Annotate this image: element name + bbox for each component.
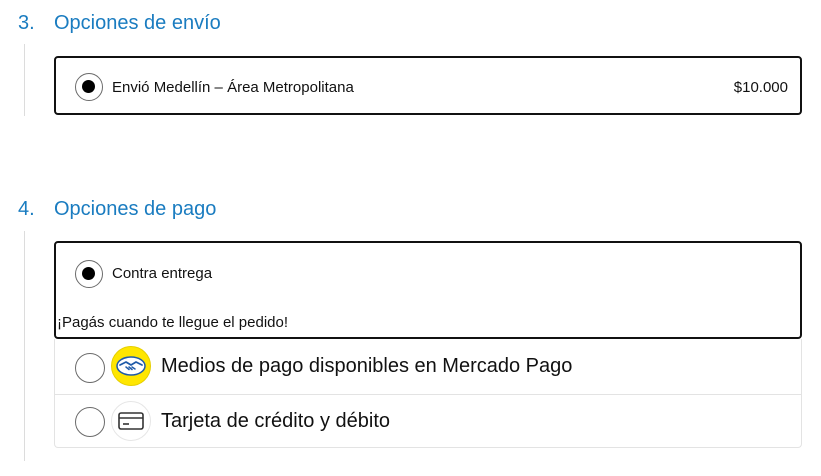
shipping-step-rail [24,44,25,116]
cash-on-delivery-label: Contra entrega [112,265,213,282]
shipping-step-number: 3. [18,12,35,34]
payment-step-number: 4. [18,198,35,220]
cash-on-delivery-radio[interactable] [75,260,103,288]
shipping-option-price: $10.000 [733,79,788,96]
credit-card-icon [111,401,151,441]
payment-step-title: Opciones de pago [54,198,217,220]
payment-option-credit-debit-card[interactable]: Tarjeta de crédito y débito [54,395,802,448]
payment-option-cash-on-delivery[interactable]: Contra entrega ¡Pagás cuando te llegue e… [54,241,802,339]
credit-debit-card-radio[interactable] [75,407,105,437]
shipping-option-radio[interactable] [75,73,103,101]
shipping-step-title: Opciones de envío [54,12,221,34]
mercado-pago-radio[interactable] [75,353,105,383]
payment-step-heading: 4. Opciones de pago [18,198,216,221]
mercado-pago-label: Medios de pago disponibles en Mercado Pa… [161,355,573,377]
payment-step-rail [24,231,25,461]
shipping-option-card[interactable]: Envió Medellín – Área Metropolitana $10.… [54,56,802,115]
credit-debit-card-label: Tarjeta de crédito y débito [161,410,391,432]
payment-option-mercado-pago[interactable]: Medios de pago disponibles en Mercado Pa… [54,339,802,395]
shipping-option-label: Envió Medellín – Área Metropolitana [112,79,354,96]
shipping-step-heading: 3. Opciones de envío [18,12,221,35]
mercado-pago-handshake-icon [111,346,151,386]
cash-on-delivery-note: ¡Pagás cuando te llegue el pedido! [57,314,289,331]
